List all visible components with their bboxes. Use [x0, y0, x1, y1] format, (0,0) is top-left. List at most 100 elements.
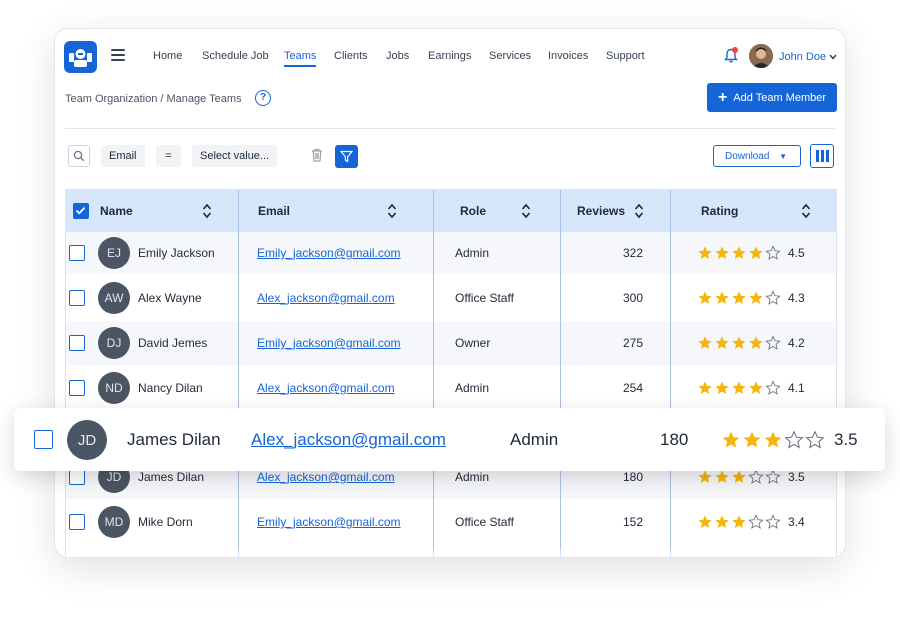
nav-teams[interactable]: Teams: [284, 50, 317, 67]
member-reviews: 322: [622, 246, 643, 260]
star-empty-icon: [748, 469, 764, 484]
member-email-link[interactable]: Emily_jackson@gmail.com: [257, 246, 401, 260]
table-row[interactable]: AW Alex Wayne Alex_jackson@gmail.com Office…: [66, 276, 836, 320]
notification-dot: [732, 47, 738, 53]
member-email-link[interactable]: Alex_jackson@gmail.com: [251, 430, 446, 450]
member-role: Admin: [455, 470, 490, 484]
star-filled-icon: [715, 381, 729, 394]
filter-value-select[interactable]: Select value...: [192, 145, 278, 167]
caret-down-icon: ▼: [779, 152, 787, 161]
column-header-name[interactable]: Name: [100, 190, 133, 232]
star-filled-icon: [749, 381, 763, 394]
column-header-email[interactable]: Email: [258, 190, 290, 232]
logo-icon: [69, 49, 92, 67]
user-photo-icon: [749, 44, 773, 68]
row-checkbox[interactable]: [69, 469, 85, 485]
avatar: EJ: [98, 237, 130, 269]
member-name: James Dilan: [127, 430, 221, 449]
star-filled-icon: [749, 246, 763, 259]
member-rating: 3.5: [788, 470, 805, 484]
logo[interactable]: [64, 41, 97, 73]
row-checkbox[interactable]: [69, 245, 85, 261]
nav-clients[interactable]: Clients: [334, 50, 368, 62]
rating-stars: [697, 469, 781, 485]
rating-stars: [697, 245, 781, 261]
rating-stars: [697, 335, 781, 351]
menu-icon[interactable]: [111, 49, 125, 61]
column-header-rating[interactable]: Rating: [701, 190, 738, 232]
columns-toggle-button[interactable]: [810, 144, 834, 168]
member-role: Admin: [455, 381, 490, 395]
app-window: Home Schedule Job Teams Clients Jobs Ear…: [54, 28, 846, 558]
member-email-link[interactable]: Emily_jackson@gmail.com: [257, 336, 401, 350]
filter-field-select[interactable]: Email: [101, 145, 145, 167]
member-name: James Dilan: [138, 470, 205, 484]
filter-search-button[interactable]: [68, 145, 90, 167]
user-avatar[interactable]: [749, 44, 773, 68]
member-email-link[interactable]: Alex_jackson@gmail.com: [257, 381, 395, 395]
column-header-reviews[interactable]: Reviews: [577, 190, 625, 232]
member-name: Nancy Dilan: [138, 381, 203, 395]
nav-services[interactable]: Services: [489, 50, 531, 62]
member-role: Admin: [455, 246, 490, 260]
chevron-down-icon[interactable]: [829, 54, 837, 60]
member-reviews: 152: [622, 515, 643, 529]
star-filled-icon: [715, 246, 729, 259]
team-table: Name Email Role Reviews Rating EJ Emily J…: [65, 189, 837, 557]
nav-schedule-job[interactable]: Schedule Job: [202, 50, 269, 62]
sort-icon[interactable]: [521, 203, 531, 219]
download-dropdown[interactable]: Download ▼: [713, 145, 801, 167]
nav-earnings[interactable]: Earnings: [428, 50, 471, 62]
member-reviews: 180: [660, 430, 689, 449]
filter-operator-select[interactable]: =: [156, 145, 181, 167]
trash-icon[interactable]: [311, 148, 323, 162]
sort-icon[interactable]: [387, 203, 397, 219]
sort-icon[interactable]: [634, 203, 644, 219]
member-name: David Jemes: [138, 336, 208, 350]
member-name: Alex Wayne: [138, 291, 202, 305]
star-empty-icon: [748, 514, 764, 529]
nav-invoices[interactable]: Invoices: [548, 50, 588, 62]
table-row[interactable]: DJ David Jemes Emily_jackson@gmail.com Owne…: [66, 321, 836, 365]
user-name[interactable]: John Doe: [779, 51, 826, 63]
rating-stars: [697, 290, 781, 306]
table-row[interactable]: ND Nancy Dilan Alex_jackson@gmail.com Admin…: [66, 366, 836, 410]
apply-filter-button[interactable]: [335, 145, 358, 168]
row-checkbox[interactable]: [69, 335, 85, 351]
sort-icon[interactable]: [202, 203, 212, 219]
add-team-member-button[interactable]: + Add Team Member: [707, 83, 837, 112]
sort-icon[interactable]: [801, 203, 811, 219]
row-checkbox[interactable]: [34, 430, 53, 449]
select-all-checkbox[interactable]: [73, 203, 89, 219]
table-row[interactable]: MD Mike Dorn Emily_jackson@gmail.com Office…: [66, 500, 836, 544]
column-header-role[interactable]: Role: [460, 190, 486, 232]
column-divider: [433, 190, 434, 557]
star-filled-icon: [715, 336, 729, 349]
row-checkbox[interactable]: [69, 514, 85, 530]
member-reviews: 275: [622, 336, 643, 350]
table-row[interactable]: EJ Emily Jackson Emily_jackson@gmail.com Ad…: [66, 232, 836, 274]
nav-support[interactable]: Support: [606, 50, 645, 62]
highlighted-row[interactable]: JD James Dilan Alex_jackson@gmail.com Ad…: [14, 408, 885, 471]
row-checkbox[interactable]: [69, 380, 85, 396]
avatar: ND: [98, 372, 130, 404]
member-email-link[interactable]: Alex_jackson@gmail.com: [257, 470, 395, 484]
member-rating: 3.5: [834, 430, 858, 449]
nav-jobs[interactable]: Jobs: [386, 50, 409, 62]
star-filled-icon: [732, 515, 746, 528]
row-checkbox[interactable]: [69, 290, 85, 306]
help-icon[interactable]: ?: [255, 90, 271, 106]
filter-icon: [340, 150, 353, 163]
star-filled-icon: [698, 246, 712, 259]
star-filled-icon: [715, 470, 729, 483]
rating-stars: [697, 380, 781, 396]
member-rating: 4.1: [788, 381, 805, 395]
member-reviews: 254: [622, 381, 643, 395]
rating-stars: [697, 514, 781, 530]
star-filled-icon: [749, 336, 763, 349]
star-empty-icon: [765, 290, 781, 305]
member-email-link[interactable]: Alex_jackson@gmail.com: [257, 291, 395, 305]
member-email-link[interactable]: Emily_jackson@gmail.com: [257, 515, 401, 529]
member-role: Owner: [455, 336, 491, 350]
nav-home[interactable]: Home: [153, 50, 182, 62]
